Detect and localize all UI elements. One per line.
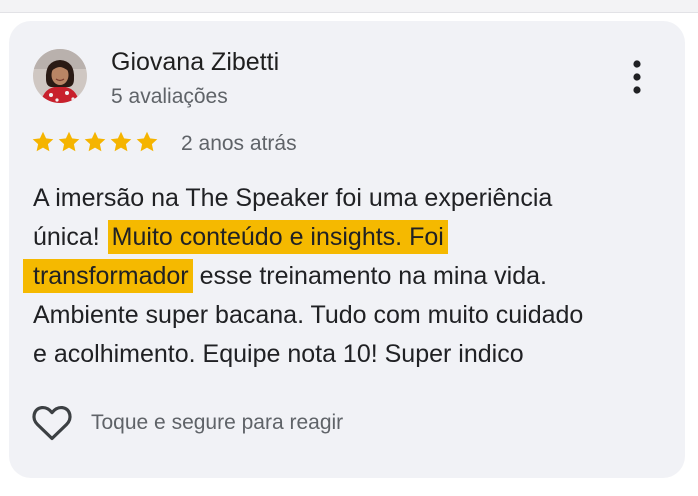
- react-hint-label: Toque e segure para reagir: [91, 411, 344, 434]
- star-icon: [32, 131, 54, 152]
- star-rating: [31, 130, 159, 158]
- author-review-count: 5 avaliações: [111, 85, 228, 108]
- review-text-segment: única!: [33, 223, 107, 251]
- review-text: A imersão na The Speaker foi uma experiê…: [23, 179, 673, 374]
- review-text-segment: Ambiente super bacana. Tudo com muito cu…: [33, 301, 584, 329]
- star-icon: [84, 131, 106, 152]
- review-text-line: Ambiente super bacana. Tudo com muito cu…: [33, 296, 673, 335]
- review-text-line: única! Muito conteúdo e insights. Foi: [33, 218, 673, 257]
- more-vert-icon[interactable]: [624, 58, 650, 98]
- author-name[interactable]: Giovana Zibetti: [111, 48, 279, 77]
- highlighted-text: transformador: [23, 259, 193, 293]
- review-text-line: A imersão na The Speaker foi uma experiê…: [33, 179, 673, 218]
- highlighted-text: Muito conteúdo e insights. Foi: [107, 220, 448, 254]
- review-date: 2 anos atrás: [181, 132, 297, 155]
- review-text-segment: A imersão na The Speaker foi uma experiê…: [33, 184, 553, 212]
- top-divider: [0, 0, 698, 13]
- review-text-segment: esse treinamento na mina vida.: [192, 262, 547, 290]
- review-text-line: e acolhimento. Equipe nota 10! Super ind…: [33, 335, 673, 374]
- avatar[interactable]: [33, 49, 87, 103]
- star-icon: [136, 131, 158, 152]
- review-text-segment: e acolhimento. Equipe nota 10! Super ind…: [33, 340, 524, 368]
- star-icon: [58, 131, 80, 152]
- star-icon: [110, 131, 132, 152]
- review-text-line: transformador esse treinamento na mina v…: [23, 257, 673, 296]
- avatar-image: [33, 49, 87, 103]
- heart-outline-icon[interactable]: [31, 403, 73, 443]
